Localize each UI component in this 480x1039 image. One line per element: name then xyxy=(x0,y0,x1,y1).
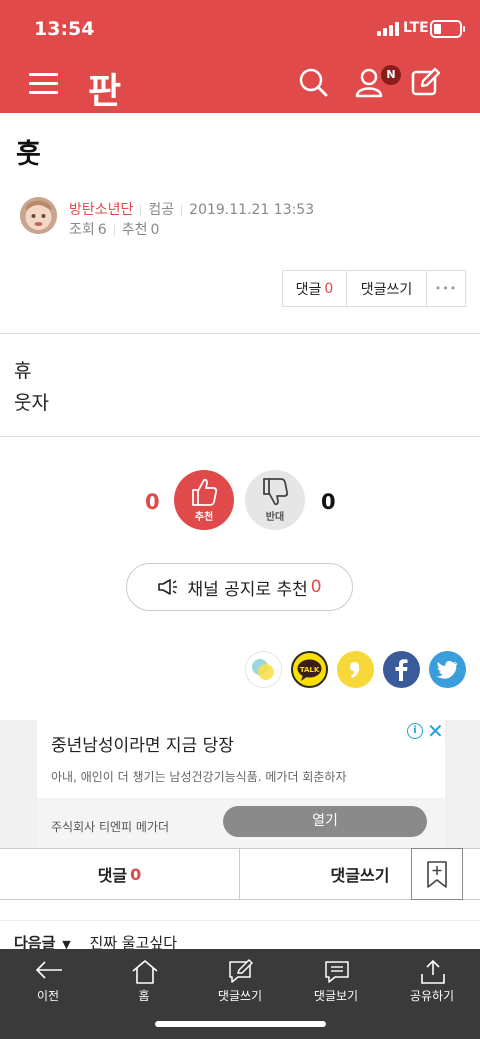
comment-count: 0 xyxy=(324,280,334,297)
ad-footer: 주식회사 티엔피 메가더 열기 xyxy=(37,798,445,848)
write-comment-button[interactable]: 댓글쓰기 xyxy=(347,271,427,306)
write-icon[interactable] xyxy=(410,66,442,98)
bookmark-icon xyxy=(427,861,447,888)
ad-description: 아내, 애인이 더 챙기는 남성건강기능식품. 메가더 회춘하자 xyxy=(51,770,347,784)
views-label: 조회 xyxy=(69,222,95,238)
thumbs-up-icon xyxy=(192,478,218,506)
tab-back[interactable]: 이전 xyxy=(0,955,96,1005)
post-datetime: 2019.11.21 13:53 xyxy=(189,202,315,218)
post-meta-line1: 방탄소년단 컴공 2019.11.21 13:53 xyxy=(69,199,314,219)
comment-label: 댓글 xyxy=(295,281,322,298)
ad-open-button[interactable]: 열기 xyxy=(223,806,427,837)
divider xyxy=(0,333,480,334)
ad-title[interactable]: 중년남성이라면 지금 당장 xyxy=(51,731,234,756)
tab-label: 이전 xyxy=(36,989,60,1003)
tab-share[interactable]: 공유하기 xyxy=(384,955,480,1005)
tab-label: 홈 xyxy=(138,989,150,1003)
views-count: 6 xyxy=(97,222,107,238)
upvote-button[interactable]: 추천 xyxy=(174,470,234,530)
signal-icon xyxy=(377,22,399,36)
divider xyxy=(0,920,480,921)
comment-bar-count: 0 xyxy=(130,864,142,884)
megaphone-icon xyxy=(158,579,178,595)
share-icon xyxy=(421,959,445,984)
post-meta-line2: 조회 6 추천 0 xyxy=(69,219,159,239)
body-line: 웃자 xyxy=(14,392,49,414)
upvote-count: 0 xyxy=(145,490,160,514)
ad-info-icon[interactable]: i xyxy=(407,723,423,739)
tab-label: 댓글쓰기 xyxy=(217,989,263,1003)
logo[interactable]: 판 xyxy=(88,62,121,114)
bookmark-button[interactable] xyxy=(411,848,463,900)
downvote-button[interactable]: 반대 xyxy=(245,470,305,530)
upvote-label: 추천 xyxy=(194,512,214,523)
divider xyxy=(0,436,480,437)
recommend-count: 0 xyxy=(150,222,160,238)
comment-bar-write-button[interactable]: 댓글쓰기 xyxy=(240,849,410,899)
home-indicator[interactable] xyxy=(155,1021,326,1027)
tab-view-comments[interactable]: 댓글보기 xyxy=(288,955,384,1005)
comment-bar: 댓글 0 댓글쓰기 xyxy=(0,848,480,900)
status-time: 13:54 xyxy=(34,18,95,40)
post-body: 휴 웃자 xyxy=(14,355,49,419)
tab-home[interactable]: 홈 xyxy=(96,955,192,1005)
kakaostory-icon[interactable] xyxy=(245,651,282,688)
author-name[interactable]: 방탄소년단 xyxy=(69,202,133,218)
post-category[interactable]: 컴공 xyxy=(148,202,174,218)
network-label: LTE xyxy=(403,20,429,36)
menu-icon[interactable] xyxy=(29,73,58,95)
more-button[interactable]: ••• xyxy=(427,271,465,306)
search-icon[interactable] xyxy=(297,66,329,98)
view-comments-icon xyxy=(325,961,349,983)
downvote-label: 반대 xyxy=(265,512,285,523)
notice-count: 0 xyxy=(310,577,322,597)
ad-card[interactable]: 중년남성이라면 지금 당장 i ✕ 아내, 애인이 더 챙기는 남성건강기능식품… xyxy=(37,720,445,848)
tab-write-comment[interactable]: 댓글쓰기 xyxy=(192,955,288,1005)
app-header: 13:54 LTE 판 N xyxy=(0,0,480,113)
facebook-icon[interactable] xyxy=(383,651,420,688)
tab-label: 댓글보기 xyxy=(313,989,359,1003)
comment-count-button[interactable]: 댓글 0 xyxy=(283,271,347,306)
comment-bar-comments-button[interactable]: 댓글 0 xyxy=(0,849,240,899)
recommend-label: 추천 xyxy=(121,222,148,238)
kakao-chat-icon[interactable] xyxy=(337,651,374,688)
comment-bar-label: 댓글 xyxy=(97,866,128,885)
thumbs-down-icon xyxy=(263,478,289,506)
channel-notice-button[interactable]: 채널 공지로 추천 0 xyxy=(126,563,353,611)
post-title: 훗 xyxy=(16,139,41,170)
downvote-count: 0 xyxy=(321,490,336,514)
notification-badge[interactable]: N xyxy=(381,65,401,85)
kakaotalk-icon[interactable]: TALK xyxy=(291,651,328,688)
author-avatar[interactable] xyxy=(20,197,57,234)
body-line: 휴 xyxy=(14,360,32,382)
ad-close-icon[interactable]: ✕ xyxy=(427,720,444,742)
ad-banner: 중년남성이라면 지금 당장 i ✕ 아내, 애인이 더 챙기는 남성건강기능식품… xyxy=(0,720,480,848)
notice-label: 채널 공지로 추천 xyxy=(187,579,308,600)
battery-icon xyxy=(430,20,465,38)
write-comment-icon xyxy=(229,959,253,983)
ad-company: 주식회사 티엔피 메가더 xyxy=(51,820,170,834)
tab-label: 공유하기 xyxy=(409,989,455,1003)
home-icon xyxy=(132,960,158,984)
twitter-icon[interactable] xyxy=(429,651,466,688)
svg-text:TALK: TALK xyxy=(300,666,320,674)
back-arrow-icon xyxy=(35,961,62,979)
comment-actions: 댓글 0 댓글쓰기 ••• xyxy=(282,270,466,307)
